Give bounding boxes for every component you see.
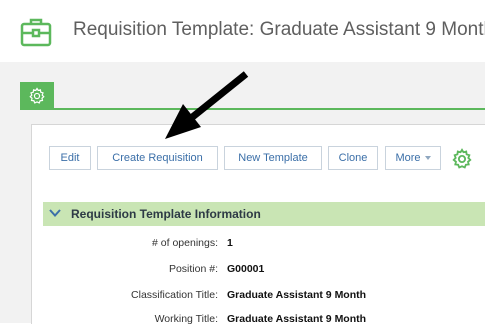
- field-value: Graduate Assistant 9 Month: [227, 313, 367, 325]
- more-label: More: [395, 152, 421, 164]
- section-title: Requisition Template Information: [71, 207, 261, 221]
- chevron-down-icon: [424, 156, 431, 161]
- field-label: Position #:: [168, 263, 218, 275]
- clone-button[interactable]: Clone: [328, 146, 378, 170]
- field-value: G00001: [227, 263, 265, 275]
- gear-icon: [29, 87, 45, 104]
- edit-button[interactable]: Edit: [49, 146, 91, 170]
- tab-settings[interactable]: [20, 82, 54, 110]
- field-label: Classification Title:: [131, 289, 218, 301]
- field-label: Working Title:: [154, 313, 218, 325]
- field-value: Graduate Assistant 9 Month: [227, 289, 367, 301]
- page-title: Requisition Template: Graduate Assistant…: [73, 19, 485, 40]
- field-value: 1: [227, 237, 233, 249]
- field-label: # of openings:: [152, 237, 218, 249]
- tab-strip: [20, 108, 485, 110]
- more-dropdown-button[interactable]: More: [385, 146, 441, 170]
- new-template-button[interactable]: New Template: [224, 146, 322, 170]
- page-header: Requisition Template: Graduate Assistant…: [0, 0, 485, 62]
- gear-icon[interactable]: [451, 148, 473, 170]
- chevron-down-icon[interactable]: [48, 206, 62, 220]
- briefcase-icon: [20, 18, 52, 47]
- create-requisition-button[interactable]: Create Requisition: [97, 146, 218, 170]
